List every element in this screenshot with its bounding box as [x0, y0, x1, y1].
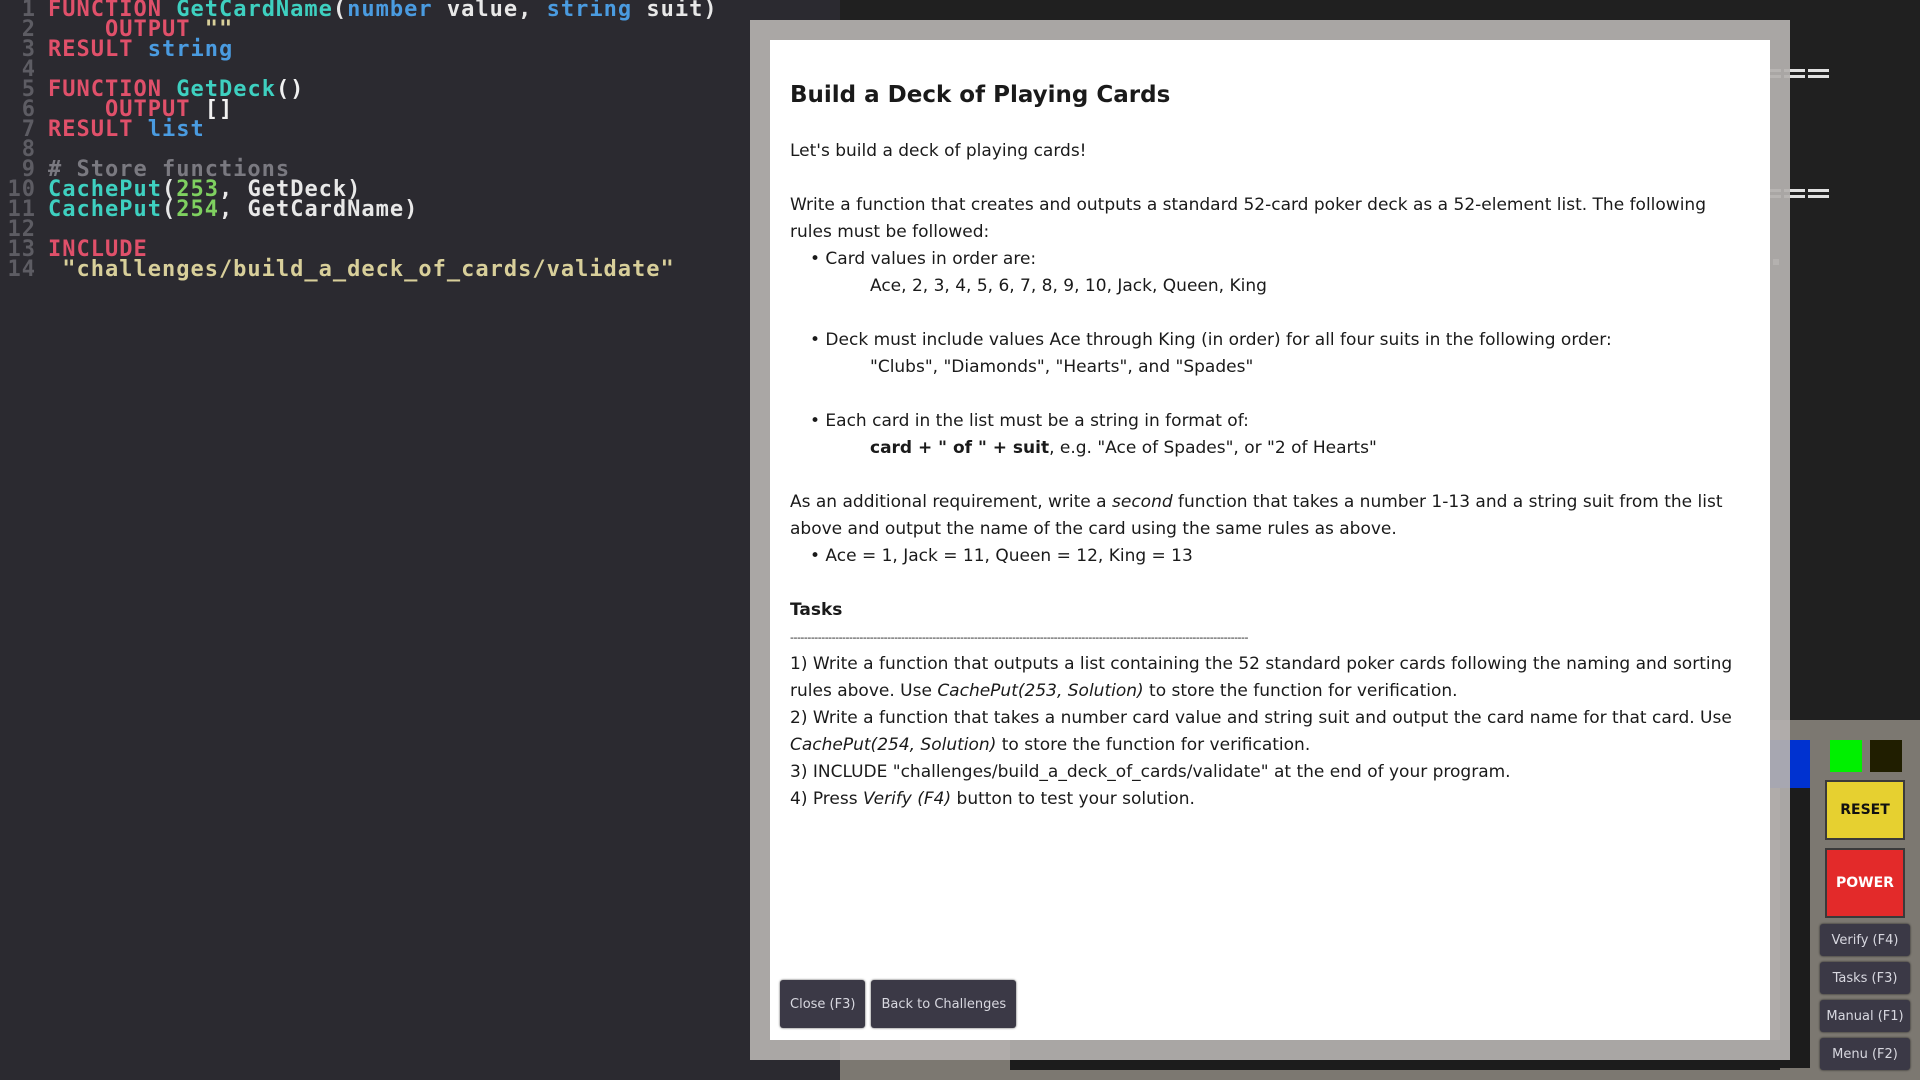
rule-card-values-detail: Ace, 2, 3, 4, 5, 6, 7, 8, 9, 10, Jack, Q… [870, 276, 1267, 296]
intro-text: Let's build a deck of playing cards! [790, 141, 1087, 161]
task-1: 1) Write a function that outputs a list … [790, 651, 1750, 705]
code-token: RESULT [48, 37, 148, 62]
menu-button[interactable]: Menu (F2) [1820, 1038, 1910, 1070]
challenge-dialog: Build a Deck of Playing Cards Let's buil… [770, 40, 1770, 1040]
task-4: 4) Press Verify (F4) button to test your… [790, 786, 1750, 813]
text: 4) Press [790, 789, 863, 809]
power-led [1830, 740, 1862, 772]
code-token: ( [161, 197, 177, 222]
additional-requirement: As an additional requirement, write a se… [790, 489, 1750, 543]
emphasis: CachePut(253, Solution) [937, 681, 1144, 701]
manual-button[interactable]: Manual (F1) [1820, 1000, 1910, 1032]
rule-format-detail: card + " of " + suit, e.g. "Ace of Spade… [790, 435, 1750, 462]
emphasis: second [1112, 492, 1173, 512]
task-3: 3) INCLUDE "challenges/build_a_deck_of_c… [790, 762, 1511, 782]
tasks-heading: Tasks [790, 600, 843, 620]
text: to store the function for verification. [1143, 681, 1458, 701]
rule-card-values: • Card values in order are: [810, 249, 1037, 269]
code-token: ( [332, 0, 348, 22]
verify-button[interactable]: Verify (F4) [1820, 924, 1910, 956]
code-token: suit) [632, 0, 718, 22]
line-number: 14 [7, 257, 36, 282]
activity-led [1870, 740, 1902, 772]
code-token: 254 [176, 197, 219, 222]
text: 2) Write a function that takes a number … [790, 708, 1732, 728]
description-text: Write a function that creates and output… [790, 195, 1706, 242]
format-example: , e.g. "Ace of Spades", or "2 of Hearts" [1049, 438, 1377, 458]
rule-suits: • Deck must include values Ace through K… [810, 330, 1612, 350]
code-token: RESULT [48, 117, 148, 142]
reset-button[interactable]: RESET [1825, 780, 1905, 840]
emphasis: Verify (F4) [863, 789, 952, 809]
code-line[interactable]: 14 "challenges/build_a_deck_of_cards/val… [0, 257, 675, 282]
code-token: () [275, 77, 305, 102]
text: button to test your solution. [951, 789, 1195, 809]
rule-suits-detail: "Clubs", "Diamonds", "Hearts", and "Spad… [870, 357, 1254, 377]
code-token: string [546, 0, 633, 22]
dialog-buttons: Close (F3) Back to Challenges [780, 980, 1017, 1028]
tasks-button[interactable]: Tasks (F3) [1820, 962, 1910, 994]
code-token: list [147, 117, 205, 142]
code-token: [] [204, 97, 234, 122]
code-line[interactable]: 11 CachePut(254, GetCardName) [0, 197, 419, 222]
text: As an additional requirement, write a [790, 492, 1112, 512]
emphasis: CachePut(254, Solution) [790, 735, 997, 755]
code-token: number [347, 0, 433, 22]
dialog-title: Build a Deck of Playing Cards [790, 82, 1171, 108]
close-button[interactable]: Close (F3) [780, 980, 866, 1028]
value-mapping: • Ace = 1, Jack = 11, Queen = 12, King =… [810, 546, 1193, 566]
code-token: value, [432, 0, 547, 22]
code-token: string [147, 37, 234, 62]
code-token: , GetCardName) [218, 197, 419, 222]
power-button[interactable]: POWER [1825, 848, 1905, 918]
tasks-divider: ----------------------------------------… [790, 631, 1248, 644]
rule-format: • Each card in the list must be a string… [810, 411, 1249, 431]
text: to store the function for verification. [996, 735, 1311, 755]
code-token: "challenges/build_a_deck_of_cards/valida… [48, 257, 675, 282]
task-2: 2) Write a function that takes a number … [790, 705, 1750, 759]
back-to-challenges-button[interactable]: Back to Challenges [871, 980, 1017, 1028]
code-token: CachePut [48, 197, 162, 222]
format-expression: card + " of " + suit [870, 438, 1050, 458]
code-editor[interactable]: 1 FUNCTION GetCardName(number value, stri… [0, 0, 840, 1080]
